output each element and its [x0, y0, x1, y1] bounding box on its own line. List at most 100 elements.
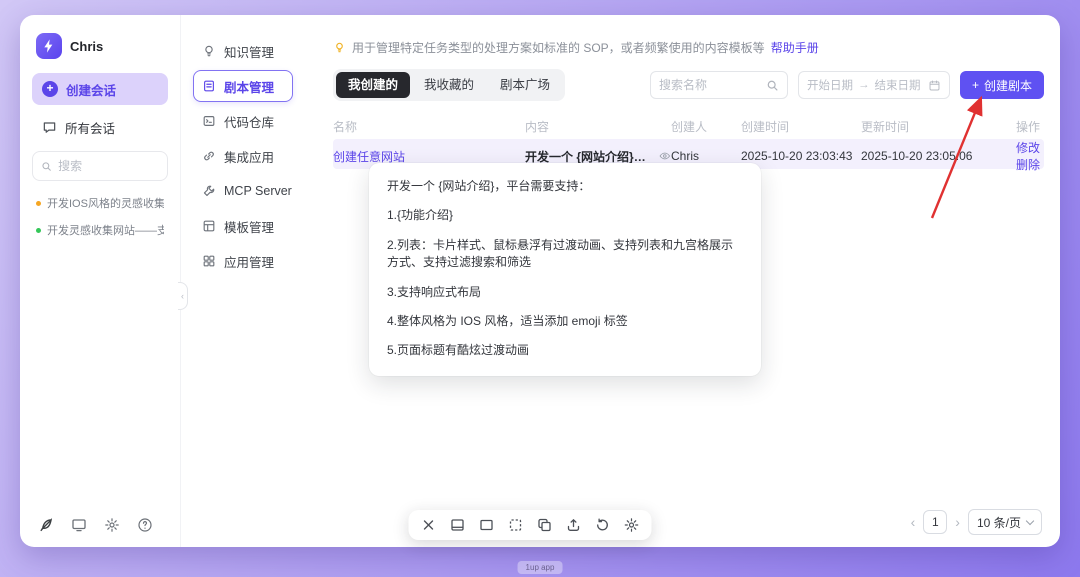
help-manual-link[interactable]: 帮助手册: [771, 39, 819, 56]
chevron-down-icon: [1026, 516, 1034, 524]
description-text: 用于管理特定任务类型的处理方案如标准的 SOP，或者频繁使用的内容模板等: [352, 39, 765, 56]
bulb-icon: [202, 44, 216, 58]
scripts-table: 名称 内容 创建人 创建时间 更新时间 操作 创建任意网站 开发一个 {网站介绍…: [333, 113, 1044, 169]
sidebar-collapse-handle[interactable]: ‹: [178, 282, 188, 310]
selection-icon[interactable]: [507, 517, 523, 533]
script-content-cell: 开发一个 {网站介绍}，平台...: [525, 148, 671, 165]
help-icon[interactable]: [137, 517, 153, 533]
list-item[interactable]: 开发灵感收集网站——支持...: [36, 222, 164, 238]
start-date-placeholder[interactable]: 开始日期: [807, 77, 853, 93]
wrench-icon: [202, 184, 216, 198]
tab-my-favorites[interactable]: 我收藏的: [412, 72, 486, 98]
search-icon: [41, 160, 52, 173]
export-icon[interactable]: [565, 517, 581, 533]
main-content: 用于管理特定任务类型的处理方案如标准的 SOP，或者频繁使用的内容模板等 帮助手…: [305, 15, 1060, 547]
col-header-updated: 更新时间: [861, 118, 981, 135]
tooltip-line: 1.{功能介绍}: [387, 207, 743, 224]
code-icon: [202, 114, 216, 128]
settings-icon[interactable]: [623, 517, 639, 533]
gear-icon[interactable]: [104, 517, 120, 533]
menu-item-label: 模板管理: [224, 217, 274, 236]
menu-item-code-repo[interactable]: 代码仓库: [193, 105, 293, 137]
content-preview: 开发一个 {网站介绍}，平台...: [525, 148, 653, 165]
plus-icon: +: [42, 81, 58, 97]
table-header-row: 名称 内容 创建人 创建时间 更新时间 操作: [333, 113, 1044, 139]
range-arrow: →: [858, 79, 870, 91]
calendar-icon: [928, 79, 941, 92]
tooltip-line: 开发一个 {网站介绍}，平台需要支持：: [387, 178, 743, 195]
creator-cell: Chris: [671, 149, 741, 163]
menu-item-label: 集成应用: [224, 147, 274, 166]
eye-icon[interactable]: [659, 149, 671, 163]
menu-item-label: 剧本管理: [224, 77, 274, 96]
name-search-input[interactable]: [659, 78, 760, 92]
pagination: ‹ 1 › 10 条/页: [911, 509, 1042, 535]
sidebar-search[interactable]: [32, 151, 168, 181]
user-name: Chris: [70, 39, 103, 54]
menu-item-mcp-server[interactable]: MCP Server: [193, 175, 293, 207]
footer-badge: 1up app: [518, 561, 563, 574]
tooltip-line: 3.支持响应式布局: [387, 284, 743, 301]
screenshot-toolbar: [408, 510, 651, 540]
updated-at-cell: 2025-10-20 23:05:06: [861, 149, 981, 163]
conversation-label: 开发IOS风格的灵感收集网...: [47, 195, 164, 211]
sidebar-footer: [32, 517, 168, 533]
menu-item-templates[interactable]: 模板管理: [193, 210, 293, 242]
script-icon: [202, 79, 216, 93]
conversation-label: 开发灵感收集网站——支持...: [47, 222, 164, 238]
menu-item-knowledge[interactable]: 知识管理: [193, 35, 293, 67]
page-size-select[interactable]: 10 条/页: [968, 509, 1042, 535]
controls-row: 我创建的 我收藏的 剧本广场 开始日期 → 结束日期 + 创建剧本: [333, 69, 1044, 101]
name-search-field[interactable]: [650, 71, 788, 99]
new-chat-label: 创建会话: [66, 80, 116, 99]
sidebar: Chris + 创建会话 所有会话 开发IOS风格的灵感收集网... 开发灵感收…: [20, 15, 180, 547]
all-chats-item[interactable]: 所有会话: [32, 111, 168, 143]
col-header-creator: 创建人: [671, 118, 741, 135]
search-icon: [766, 79, 779, 92]
new-chat-button[interactable]: + 创建会话: [32, 73, 168, 105]
end-date-placeholder[interactable]: 结束日期: [874, 77, 920, 93]
template-icon: [202, 219, 216, 233]
copy-icon[interactable]: [536, 517, 552, 533]
menu-item-label: MCP Server: [224, 184, 292, 198]
monitor-icon[interactable]: [71, 517, 87, 533]
status-dot: [36, 201, 41, 206]
col-header-created: 创建时间: [741, 118, 861, 135]
tab-my-created[interactable]: 我创建的: [336, 72, 410, 98]
filter-controls: 开始日期 → 结束日期 + 创建剧本: [650, 71, 1044, 99]
delete-link[interactable]: 删除: [1016, 158, 1040, 172]
all-chats-label: 所有会话: [65, 118, 115, 137]
created-at-cell: 2025-10-20 23:03:43: [741, 149, 861, 163]
page-size-value: 10 条/页: [977, 514, 1021, 531]
col-header-name: 名称: [333, 118, 525, 135]
script-name-link[interactable]: 创建任意网站: [333, 148, 525, 165]
list-item[interactable]: 开发IOS风格的灵感收集网...: [36, 195, 164, 211]
feather-icon[interactable]: [38, 517, 54, 533]
edit-link[interactable]: 修改: [1016, 141, 1040, 155]
date-range-picker[interactable]: 开始日期 → 结束日期: [798, 71, 950, 99]
menu-item-label: 代码仓库: [224, 112, 274, 131]
window-icon[interactable]: [449, 517, 465, 533]
menu-item-label: 知识管理: [224, 42, 274, 61]
menu-item-apps[interactable]: 应用管理: [193, 245, 293, 277]
link-icon: [202, 149, 216, 163]
history-icon[interactable]: [594, 517, 610, 533]
content-preview-tooltip: 开发一个 {网站介绍}，平台需要支持： 1.{功能介绍} 2.列表：卡片样式、鼠…: [369, 163, 761, 376]
tip-bulb-icon: [333, 41, 346, 54]
chat-bubble-icon: [42, 120, 57, 135]
rectangle-icon[interactable]: [478, 517, 494, 533]
tooltip-line: 5.页面标题有酷炫过渡动画: [387, 342, 743, 359]
menu-item-scripts[interactable]: 剧本管理: [193, 70, 293, 102]
next-page-button[interactable]: ›: [955, 514, 960, 530]
tooltip-line: 4.整体风格为 IOS 风格，适当添加 emoji 标签: [387, 313, 743, 330]
page-description: 用于管理特定任务类型的处理方案如标准的 SOP，或者频繁使用的内容模板等 帮助手…: [333, 39, 1044, 56]
prev-page-button[interactable]: ‹: [911, 514, 916, 530]
row-actions: 修改 删除: [981, 139, 1044, 173]
sidebar-search-input[interactable]: [58, 159, 159, 173]
module-menu: 知识管理 剧本管理 代码仓库 集成应用 MCP Server 模板管理 应用管理: [180, 15, 305, 547]
tab-script-plaza[interactable]: 剧本广场: [488, 72, 562, 98]
menu-item-integrations[interactable]: 集成应用: [193, 140, 293, 172]
create-script-button[interactable]: + 创建剧本: [960, 71, 1044, 99]
page-number[interactable]: 1: [923, 510, 947, 534]
close-icon[interactable]: [420, 517, 436, 533]
